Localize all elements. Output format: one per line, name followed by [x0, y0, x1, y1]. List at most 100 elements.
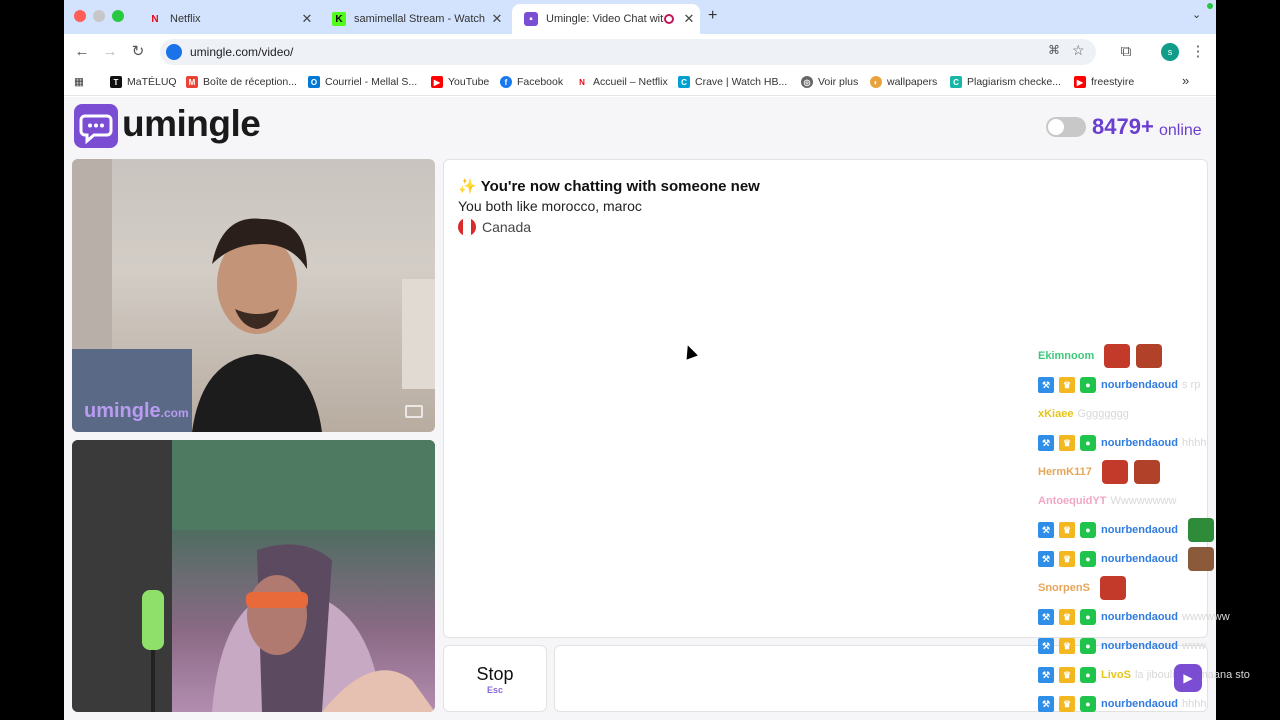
- apps-grid-icon[interactable]: ▦: [74, 76, 84, 88]
- chat-emote-icon: [1099, 576, 1126, 600]
- stream-chat-overlay: Ekimnoom ⚒ ♛ ● nourbendaoud s rp xKiaee Ggggggg…: [1038, 330, 1280, 720]
- bookmark-crave[interactable]: C Crave | Watch HB...: [678, 76, 787, 88]
- stream-chat-message: AntoequidYT Wwwwwwww: [1038, 491, 1176, 511]
- browser-toolbar: ← → ↻ umingle.com/video/ ⌘ ☆ ⧉ s ⋮: [64, 34, 1216, 70]
- subscriber-badge-icon: ●: [1080, 667, 1096, 683]
- bookmark-inbox[interactable]: M Boîte de réception...: [186, 76, 297, 88]
- bookmark-plagiarism[interactable]: C Plagiarism checke...: [950, 76, 1061, 88]
- subscriber-badge-icon: ●: [1080, 551, 1096, 567]
- profile-avatar[interactable]: s: [1161, 43, 1179, 61]
- chat-emote-icon: [1101, 460, 1128, 484]
- chat-username[interactable]: nourbendaoud: [1101, 698, 1178, 710]
- stream-chat-message: ⚒ ♛ ● nourbendaoud wwwwww: [1038, 607, 1230, 627]
- bookmark-wallpapers[interactable]: ◐ wallpapers: [870, 76, 937, 88]
- tab-strip: N Netflix ✕ K samimellal Stream - Watch …: [64, 0, 1216, 34]
- chat-username[interactable]: nourbendaoud: [1101, 379, 1178, 391]
- back-arrow-icon[interactable]: ←: [72, 42, 92, 62]
- facebook-icon: f: [500, 76, 512, 88]
- maximize-window-button[interactable]: [112, 10, 124, 22]
- chat-message-text: Gggggggg: [1077, 408, 1129, 420]
- chat-username[interactable]: nourbendaoud: [1101, 553, 1178, 565]
- chat-message-text: hhhh: [1182, 698, 1207, 710]
- close-tab-icon[interactable]: ✕: [296, 11, 318, 27]
- bookmark-voir-plus[interactable]: ◎ Voir plus: [801, 76, 858, 88]
- bookmark-freestyire[interactable]: ▶ freestyire: [1074, 76, 1134, 88]
- stop-button[interactable]: Stop Esc: [443, 645, 547, 712]
- moderator-badge-icon: ⚒: [1038, 609, 1054, 625]
- bookmark-courriel[interactable]: O Courriel - Mellal S...: [308, 76, 417, 88]
- chat-message-text: wwwwww: [1182, 611, 1230, 623]
- moderator-badge-icon: ⚒: [1038, 638, 1054, 654]
- close-tab-icon[interactable]: ✕: [486, 11, 508, 27]
- minimize-window-button[interactable]: [93, 10, 105, 22]
- umingle-watermark: umingle.com: [84, 400, 189, 423]
- tab-umingle[interactable]: ▪ Umingle: Video Chat with ✕: [512, 4, 700, 34]
- address-bar[interactable]: umingle.com/video/ ⌘ ☆: [160, 39, 1096, 65]
- stream-chat-message: xKiaee Gggggggg: [1038, 404, 1129, 424]
- reload-icon[interactable]: ↻: [128, 42, 148, 62]
- chat-status-title: ✨ You're now chatting with someone new: [458, 177, 760, 195]
- vip-badge-icon: ♛: [1059, 377, 1075, 393]
- country-name: Canada: [482, 219, 532, 235]
- chat-username[interactable]: xKiaee: [1038, 408, 1073, 420]
- recording-icon: [664, 14, 674, 24]
- umingle-logo-icon[interactable]: [74, 104, 118, 148]
- chat-username[interactable]: nourbendaoud: [1101, 437, 1178, 449]
- chat-username[interactable]: SnorpenS: [1038, 582, 1090, 594]
- moderator-badge-icon: ⚒: [1038, 377, 1054, 393]
- bookmark-star-icon[interactable]: ☆: [1072, 42, 1085, 59]
- netflix-icon: N: [151, 13, 159, 25]
- chat-username[interactable]: nourbendaoud: [1101, 524, 1178, 536]
- site-info-icon[interactable]: [166, 44, 182, 60]
- wallpaper-icon: ◐: [870, 76, 882, 88]
- close-window-button[interactable]: [74, 10, 86, 22]
- stop-shortcut: Esc: [486, 685, 503, 695]
- canada-flag-icon: [458, 218, 476, 236]
- send-button[interactable]: ▶: [1174, 664, 1202, 692]
- globe-icon: ◎: [801, 76, 813, 88]
- stream-chat-message: ⚒ ♛ ● nourbendaoud www: [1038, 636, 1206, 656]
- moderator-badge-icon: ⚒: [1038, 522, 1054, 538]
- chat-username[interactable]: nourbendaoud: [1101, 640, 1178, 652]
- tab-netflix[interactable]: N Netflix ✕: [136, 4, 318, 34]
- bookmarks-overflow-icon[interactable]: »: [1182, 73, 1189, 88]
- site-logo[interactable]: umingle: [122, 103, 261, 145]
- tab-kick-stream[interactable]: K samimellal Stream - Watch Li ✕: [320, 4, 508, 34]
- chat-username[interactable]: Ekimnoom: [1038, 350, 1094, 362]
- chat-username[interactable]: LivoS: [1101, 669, 1131, 681]
- netflix-icon: N: [576, 76, 588, 88]
- online-count: 8479+: [1092, 114, 1154, 139]
- self-video: [72, 440, 435, 712]
- theme-toggle[interactable]: [1046, 117, 1086, 137]
- bookmark-label: wallpapers: [887, 76, 938, 88]
- common-interests: You both like morocco, maroc: [458, 198, 642, 214]
- vip-badge-icon: ♛: [1059, 609, 1075, 625]
- stream-chat-message: ⚒ ♛ ● LivoS la jibouliahal maana sto: [1038, 665, 1250, 685]
- bookmark-netflix[interactable]: N Accueil – Netflix: [576, 76, 668, 88]
- forward-arrow-icon[interactable]: →: [100, 42, 120, 62]
- bookmark-facebook[interactable]: f Facebook: [500, 76, 563, 88]
- translate-icon[interactable]: ⌘: [1048, 43, 1060, 57]
- chat-message-text: hhhh: [1182, 437, 1207, 449]
- new-tab-button[interactable]: +: [708, 7, 717, 25]
- gmail-icon: M: [186, 76, 198, 88]
- bookmark-label: MaTÉLUQ: [127, 76, 177, 88]
- toggle-knob: [1048, 119, 1064, 135]
- close-tab-icon[interactable]: ✕: [678, 11, 700, 27]
- watermark-text: umingle: [84, 400, 161, 422]
- bookmark-mateluq[interactable]: T MaTÉLUQ: [110, 76, 177, 88]
- plagiarism-icon: C: [950, 76, 962, 88]
- tab-search-icon[interactable]: ⌄: [1192, 8, 1201, 21]
- subscriber-badge-icon: ●: [1080, 522, 1096, 538]
- vip-badge-icon: ♛: [1059, 696, 1075, 712]
- bookmark-youtube[interactable]: ▶ YouTube: [431, 76, 489, 88]
- bookmark-label: Voir plus: [818, 76, 859, 88]
- vip-badge-icon: ♛: [1059, 435, 1075, 451]
- chat-username[interactable]: HermK117: [1038, 466, 1092, 478]
- chat-username[interactable]: AntoequidYT: [1038, 495, 1106, 507]
- report-flag-icon[interactable]: [405, 405, 423, 418]
- menu-kebab-icon[interactable]: ⋮: [1188, 42, 1208, 62]
- moderator-badge-icon: ⚒: [1038, 696, 1054, 712]
- chat-username[interactable]: nourbendaoud: [1101, 611, 1178, 623]
- extensions-icon[interactable]: ⧉: [1116, 42, 1136, 62]
